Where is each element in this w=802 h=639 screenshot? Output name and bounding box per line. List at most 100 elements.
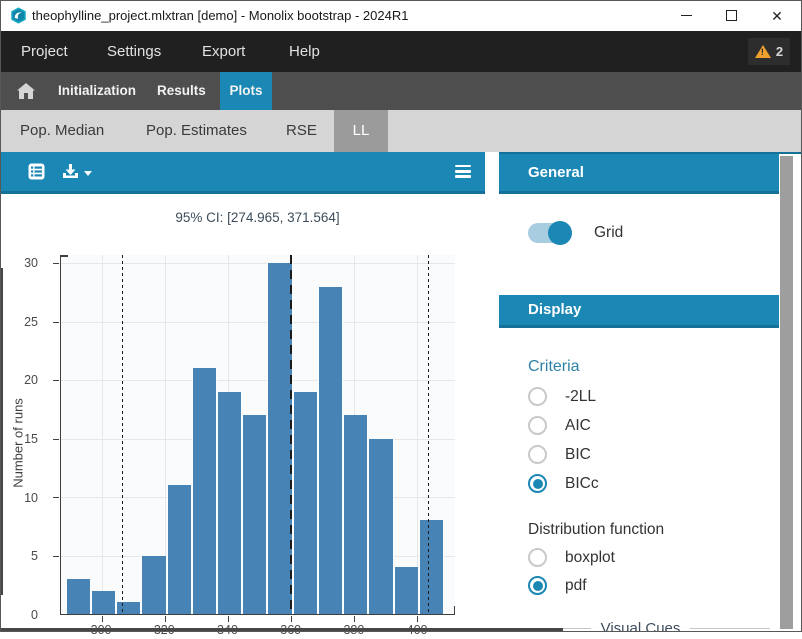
plot-menu-icon[interactable] bbox=[455, 165, 471, 178]
histogram-bar bbox=[167, 485, 192, 614]
y-tick-label: 0 bbox=[31, 608, 38, 622]
subtab-pop-estimates[interactable]: Pop. Estimates bbox=[146, 110, 247, 152]
y-tick-label: 25 bbox=[24, 315, 38, 329]
x-tick-mark bbox=[228, 616, 229, 622]
ci-dashed-line bbox=[122, 255, 123, 614]
grid-label: Grid bbox=[594, 224, 623, 242]
x-tick-mark bbox=[417, 616, 418, 622]
histogram-bar bbox=[66, 579, 91, 614]
radio-bicc-selected[interactable] bbox=[528, 474, 547, 493]
histogram-bar bbox=[368, 439, 393, 614]
y-gridline bbox=[61, 322, 455, 323]
menu-settings[interactable]: Settings bbox=[107, 31, 161, 72]
left-scrollbar-thumb[interactable] bbox=[0, 268, 3, 595]
ci-dashed-line bbox=[428, 255, 429, 614]
histogram-bar bbox=[91, 591, 116, 614]
radio-row-boxplot[interactable]: boxplot bbox=[528, 547, 615, 568]
y-tick-mark bbox=[53, 380, 59, 381]
plot-sub-tabs: Pop. Median Pop. Estimates RSE LL bbox=[0, 110, 802, 152]
home-button[interactable] bbox=[8, 72, 44, 110]
menu-help[interactable]: Help bbox=[289, 31, 320, 72]
x-tick-mark bbox=[102, 616, 103, 622]
grid-toggle-row: Grid bbox=[528, 221, 623, 245]
histogram-bar bbox=[318, 287, 343, 614]
histogram-bar bbox=[192, 368, 217, 614]
warning-count: 2 bbox=[776, 44, 783, 59]
bottom-scrollbar-thumb[interactable] bbox=[0, 628, 563, 632]
subtab-pop-median[interactable]: Pop. Median bbox=[20, 110, 104, 152]
grid-toggle[interactable] bbox=[528, 223, 570, 243]
maximize-icon bbox=[726, 10, 737, 21]
y-tick-label: 30 bbox=[24, 256, 38, 270]
radio-bic[interactable] bbox=[528, 445, 547, 464]
radio-boxplot[interactable] bbox=[528, 548, 547, 567]
monolix-logo-icon bbox=[10, 7, 27, 24]
radio-row-2ll[interactable]: -2LL bbox=[528, 386, 596, 407]
histogram-bar bbox=[293, 392, 318, 614]
title-bar: theophylline_project.mlxtran [demo] - Mo… bbox=[0, 0, 802, 31]
y-tick-mark bbox=[53, 497, 59, 498]
close-button[interactable]: ✕ bbox=[757, 0, 797, 31]
subtab-rse[interactable]: RSE bbox=[286, 110, 317, 152]
radio-2ll-label: -2LL bbox=[565, 388, 596, 406]
radio-aic[interactable] bbox=[528, 416, 547, 435]
display-section-header[interactable]: Display bbox=[499, 295, 779, 328]
radio-aic-label: AIC bbox=[565, 417, 591, 435]
radio-row-bicc[interactable]: BICc bbox=[528, 473, 599, 494]
x-gridline bbox=[102, 255, 103, 614]
plot-toolbar bbox=[0, 152, 485, 194]
y-tick-mark bbox=[53, 439, 59, 440]
warnings-badge[interactable]: 2 bbox=[748, 38, 790, 65]
y-tick-label: 5 bbox=[31, 549, 38, 563]
chart-title: 95% CI: [274.965, 371.564] bbox=[60, 210, 455, 225]
sidebar-scrollbar[interactable] bbox=[780, 156, 793, 629]
radio-row-pdf[interactable]: pdf bbox=[528, 575, 587, 596]
window-title: theophylline_project.mlxtran [demo] - Mo… bbox=[32, 0, 408, 31]
median-dashed-line bbox=[290, 255, 292, 614]
menu-project[interactable]: Project bbox=[21, 31, 68, 72]
home-icon bbox=[17, 83, 35, 99]
download-caret-icon[interactable] bbox=[84, 171, 92, 176]
tab-results[interactable]: Results bbox=[157, 72, 206, 110]
y-tick-mark bbox=[53, 556, 59, 557]
maximize-button[interactable] bbox=[711, 0, 751, 31]
histogram-bar bbox=[242, 415, 267, 614]
visual-cues-label: Visual Cues bbox=[601, 620, 681, 632]
histogram-bar bbox=[141, 556, 166, 614]
minimize-icon bbox=[681, 15, 692, 16]
radio-bic-label: BIC bbox=[565, 446, 591, 464]
tab-initialization[interactable]: Initialization bbox=[58, 72, 136, 110]
radio-bicc-label: BICc bbox=[565, 475, 599, 493]
menu-export[interactable]: Export bbox=[202, 31, 245, 72]
radio-boxplot-label: boxplot bbox=[565, 549, 615, 567]
toggle-knob-icon bbox=[548, 221, 572, 245]
subtab-ll-active[interactable]: LL bbox=[334, 110, 388, 152]
general-section-header[interactable]: General bbox=[499, 154, 779, 194]
minimize-button[interactable] bbox=[666, 0, 706, 31]
radio-pdf-label: pdf bbox=[565, 577, 587, 595]
histogram-bar bbox=[217, 392, 242, 614]
chart-panel: 95% CI: [274.965, 371.564] Number of run… bbox=[0, 152, 485, 632]
y-tick-label: 10 bbox=[24, 491, 38, 505]
download-icon[interactable] bbox=[62, 163, 79, 180]
y-tick-mark bbox=[53, 322, 59, 323]
radio-row-aic[interactable]: AIC bbox=[528, 415, 591, 436]
radio-row-bic[interactable]: BIC bbox=[528, 444, 591, 465]
y-gridline bbox=[61, 380, 455, 381]
main-nav-tabs: Initialization Results Plots bbox=[0, 72, 802, 110]
y-tick-label: 20 bbox=[24, 373, 38, 387]
results-table-icon[interactable] bbox=[28, 163, 45, 180]
x-tick-mark bbox=[291, 616, 292, 622]
y-gridline bbox=[61, 263, 455, 264]
radio-2ll[interactable] bbox=[528, 387, 547, 406]
y-axis-end-cap bbox=[60, 255, 68, 257]
x-tick-mark bbox=[354, 616, 355, 622]
menu-bar: Project Settings Export Help 2 bbox=[0, 31, 802, 72]
y-tick-label: 15 bbox=[24, 432, 38, 446]
histogram-bar bbox=[343, 415, 368, 614]
plot-area bbox=[60, 255, 455, 615]
tab-plots-active[interactable]: Plots bbox=[220, 72, 272, 110]
settings-sidebar: General Grid Display Criteria -2LL AIC B… bbox=[499, 152, 802, 632]
y-tick-mark bbox=[53, 263, 59, 264]
radio-pdf-selected[interactable] bbox=[528, 576, 547, 595]
